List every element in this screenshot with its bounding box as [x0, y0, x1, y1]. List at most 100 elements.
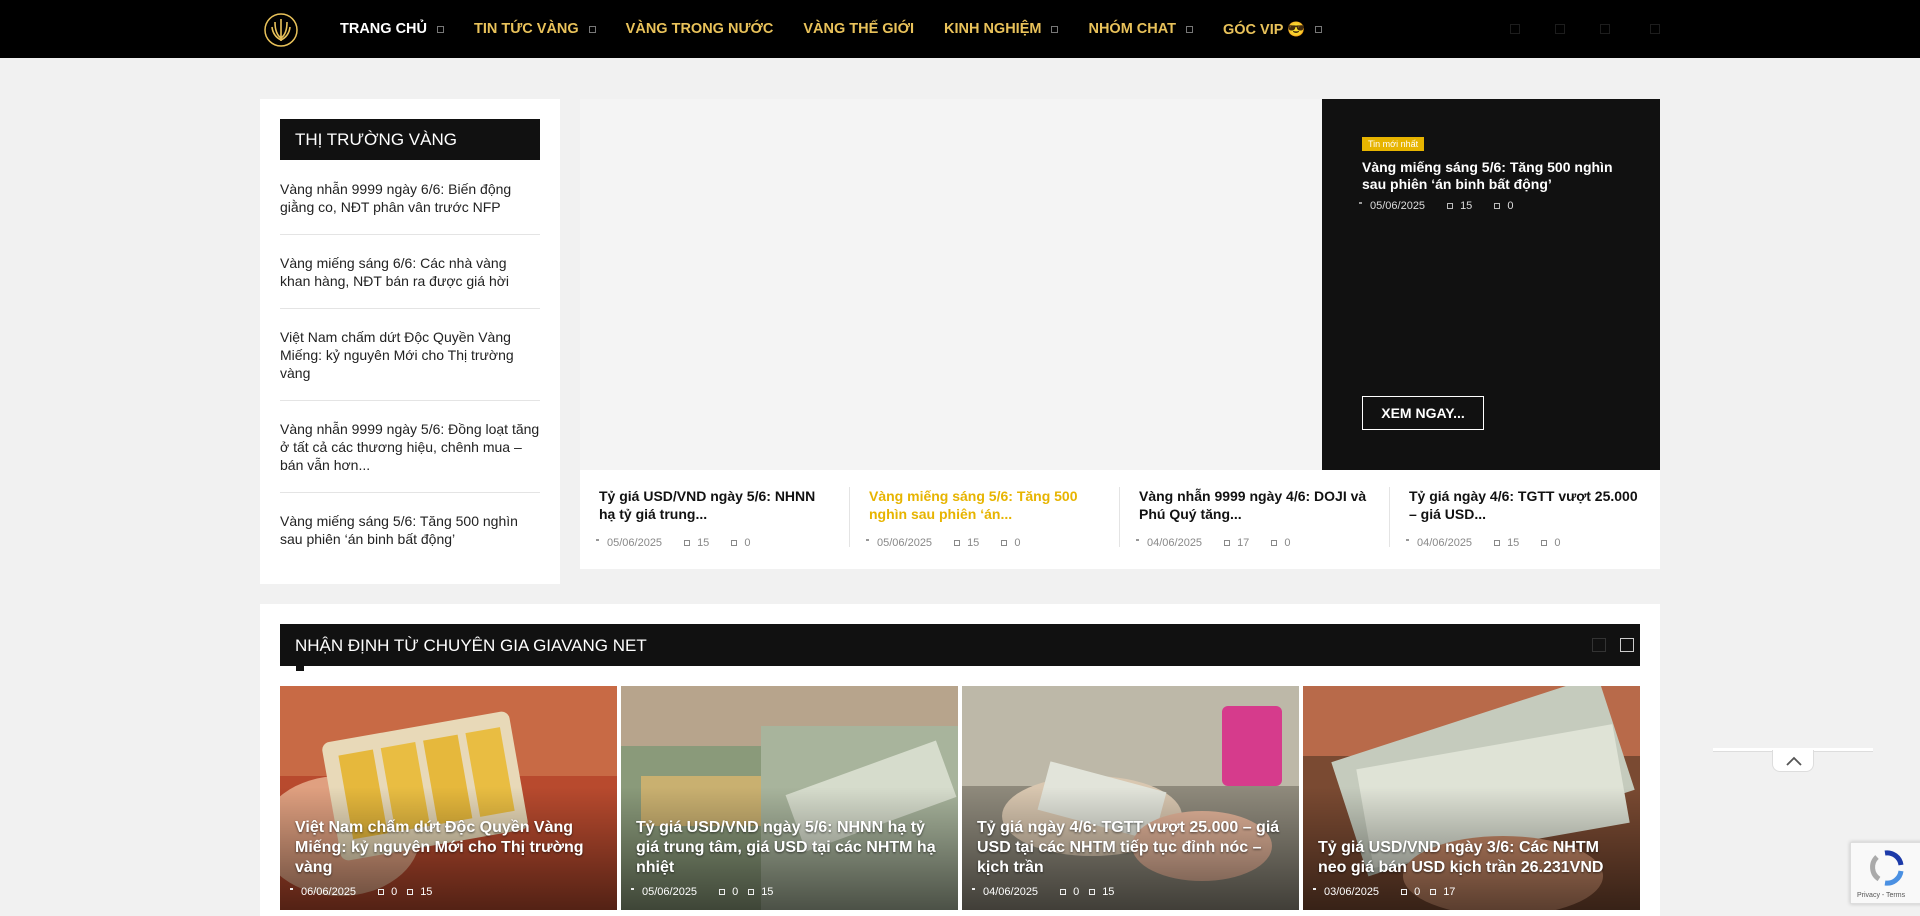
calendar-icon — [631, 888, 634, 890]
gold-market-sidebar: THỊ TRƯỜNG VÀNG Vàng nhẫn 9999 ngày 6/6:… — [260, 99, 560, 584]
article-card[interactable]: Tỷ giá USD/VND ngày 5/6: NHNN hạ tỷ giá … — [621, 686, 958, 910]
nav-item-tin-tuc-vang[interactable]: TIN TỨC VÀNG — [474, 21, 596, 37]
views-icon — [684, 540, 691, 546]
calendar-icon — [1136, 539, 1139, 541]
comment-icon — [1494, 203, 1501, 209]
comment-count: 0 — [732, 886, 739, 898]
views-icon — [1447, 203, 1454, 209]
post-meta: 05/06/2025 0 15 — [631, 886, 773, 898]
nav-item-label: TIN TỨC VÀNG — [474, 21, 579, 37]
sidebar-article-link[interactable]: Vàng miếng sáng 6/6: Các nhà vàng khan h… — [280, 254, 540, 309]
dropdown-icon — [437, 25, 444, 33]
comment-icon — [378, 889, 385, 895]
views-icon — [1089, 889, 1096, 895]
article-card[interactable]: Tỷ giá ngày 4/6: TGTT vượt 25.000 – giá … — [962, 686, 1299, 910]
nav-item-nhom-chat[interactable]: NHÓM CHAT — [1088, 21, 1193, 37]
post-meta: 05/06/2025 15 0 — [866, 537, 1020, 549]
nav-item-label: GÓC VIP 😎 — [1223, 21, 1306, 38]
post-date: 05/06/2025 — [1370, 200, 1426, 212]
article-card-title[interactable]: Tỷ giá ngày 4/6: TGTT vượt 25.000 – giá … — [977, 818, 1284, 878]
featured-list-title[interactable]: Vàng nhẫn 9999 ngày 4/6: DOJI và Phú Quý… — [1139, 487, 1375, 523]
post-date: 04/06/2025 — [1147, 537, 1203, 549]
view-count: 15 — [420, 886, 433, 898]
site-logo-icon[interactable] — [263, 12, 299, 48]
nav-item-label: VÀNG TRONG NƯỚC — [625, 21, 774, 37]
read-now-button[interactable]: XEM NGAY... — [1362, 396, 1484, 430]
post-meta: 04/06/2025 0 15 — [972, 886, 1114, 898]
social-icon[interactable] — [1555, 24, 1565, 34]
sidebar-list: Vàng nhẫn 9999 ngày 6/6: Biến động giằng… — [280, 180, 540, 585]
comment-count: 0 — [1414, 886, 1421, 898]
featured-list-title[interactable]: Tỷ giá USD/VND ngày 5/6: NHNN hạ tỷ giá … — [599, 487, 835, 523]
views-icon — [1224, 540, 1231, 546]
sidebar-article-link[interactable]: Việt Nam chấm dứt Độc Quyền Vàng Miếng: … — [280, 328, 540, 401]
search-icon[interactable] — [1650, 24, 1660, 34]
scroll-to-top — [1713, 748, 1873, 774]
scroll-top-button[interactable] — [1772, 750, 1814, 772]
article-card-title[interactable]: Tỷ giá USD/VND ngày 3/6: Các NHTM neo gi… — [1318, 838, 1625, 878]
post-date: 05/06/2025 — [642, 886, 698, 898]
expert-analysis-section: NHẬN ĐỊNH TỪ CHUYÊN GIA GIAVANG NET Việt… — [260, 604, 1660, 916]
nav-item-vang-trong-nuoc[interactable]: VÀNG TRONG NƯỚC — [626, 21, 774, 37]
featured-image[interactable] — [580, 99, 1322, 470]
recaptcha-icon — [1870, 850, 1904, 886]
social-icon[interactable] — [1510, 24, 1520, 34]
sidebar-article-link[interactable]: Vàng miếng sáng 5/6: Tăng 500 nghìn sau … — [280, 512, 540, 566]
comment-icon — [1541, 540, 1548, 546]
featured-list-item[interactable]: Tỷ giá ngày 4/6: TGTT vượt 25.000 – giá … — [1390, 487, 1660, 549]
featured-list-item[interactable]: Vàng nhẫn 9999 ngày 4/6: DOJI và Phú Quý… — [1120, 487, 1390, 549]
featured-panel: Tin mới nhất Vàng miếng sáng 5/6: Tăng 5… — [1322, 99, 1660, 470]
view-count: 17 — [1443, 886, 1456, 898]
dropdown-icon — [1186, 25, 1193, 33]
next-arrow-icon[interactable] — [1620, 638, 1634, 652]
post-date: 04/06/2025 — [983, 886, 1039, 898]
nav-item-trang-chu[interactable]: TRANG CHỦ — [340, 21, 444, 37]
recaptcha-badge[interactable]: Privacy - Terms — [1850, 842, 1920, 904]
expert-cards: Việt Nam chấm dứt Độc Quyền Vàng Miếng: … — [280, 686, 1640, 910]
nav-item-label: KINH NGHIỆM — [943, 21, 1042, 37]
article-card-title[interactable]: Tỷ giá USD/VND ngày 5/6: NHNN hạ tỷ giá … — [636, 818, 943, 878]
views-icon — [1430, 889, 1437, 895]
comment-icon — [731, 540, 738, 546]
nav-item-vang-the-gioi[interactable]: VÀNG THẾ GIỚI — [803, 21, 914, 37]
post-date: 05/06/2025 — [877, 537, 933, 549]
dropdown-icon — [588, 25, 596, 33]
calendar-icon — [290, 888, 293, 890]
views-icon — [748, 889, 755, 895]
views-icon — [954, 540, 961, 546]
views-icon — [1494, 540, 1501, 546]
comment-icon — [1401, 889, 1408, 895]
featured-list-title[interactable]: Vàng miếng sáng 5/6: Tăng 500 nghìn sau … — [869, 487, 1105, 523]
article-card[interactable]: Tỷ giá USD/VND ngày 3/6: Các NHTM neo gi… — [1303, 686, 1640, 910]
view-count: 15 — [967, 537, 980, 549]
dropdown-icon — [1315, 25, 1323, 33]
comment-icon — [1001, 540, 1008, 546]
calendar-icon — [1313, 888, 1316, 890]
comment-icon — [719, 889, 726, 895]
post-meta: 05/06/2025 15 0 — [596, 537, 750, 549]
section-title: NHẬN ĐỊNH TỪ CHUYÊN GIA GIAVANG NET — [295, 636, 647, 655]
recaptcha-terms[interactable]: Privacy - Terms — [1857, 892, 1905, 899]
featured-title[interactable]: Vàng miếng sáng 5/6: Tăng 500 nghìn sau … — [1362, 159, 1632, 193]
comment-icon — [1271, 540, 1278, 546]
featured-list-item[interactable]: Vàng miếng sáng 5/6: Tăng 500 nghìn sau … — [850, 487, 1120, 549]
post-date: 04/06/2025 — [1417, 537, 1473, 549]
comment-icon — [1060, 889, 1067, 895]
dropdown-icon — [1051, 25, 1059, 33]
article-card-title[interactable]: Việt Nam chấm dứt Độc Quyền Vàng Miếng: … — [295, 818, 602, 878]
nav-item-kinh-nghiem[interactable]: KINH NGHIỆM — [943, 21, 1059, 37]
sidebar-title: THỊ TRƯỜNG VÀNG — [280, 119, 540, 160]
comment-count: 0 — [744, 537, 751, 549]
comment-count: 0 — [1014, 537, 1021, 549]
article-card[interactable]: Việt Nam chấm dứt Độc Quyền Vàng Miếng: … — [280, 686, 617, 910]
calendar-icon — [596, 539, 599, 541]
featured-list-title[interactable]: Tỷ giá ngày 4/6: TGTT vượt 25.000 – giá … — [1409, 487, 1646, 523]
sidebar-article-link[interactable]: Vàng nhẫn 9999 ngày 5/6: Đồng loạt tăng … — [280, 420, 540, 493]
nav-item-goc-vip[interactable]: GÓC VIP 😎 — [1223, 21, 1323, 38]
featured-list-item[interactable]: Tỷ giá USD/VND ngày 5/6: NHNN hạ tỷ giá … — [580, 487, 850, 549]
section-header: NHẬN ĐỊNH TỪ CHUYÊN GIA GIAVANG NET — [280, 624, 1640, 671]
calendar-icon — [1406, 539, 1409, 541]
social-icon[interactable] — [1600, 24, 1610, 34]
prev-arrow-icon[interactable] — [1592, 638, 1606, 652]
sidebar-article-link[interactable]: Vàng nhẫn 9999 ngày 6/6: Biến động giằng… — [280, 180, 540, 235]
